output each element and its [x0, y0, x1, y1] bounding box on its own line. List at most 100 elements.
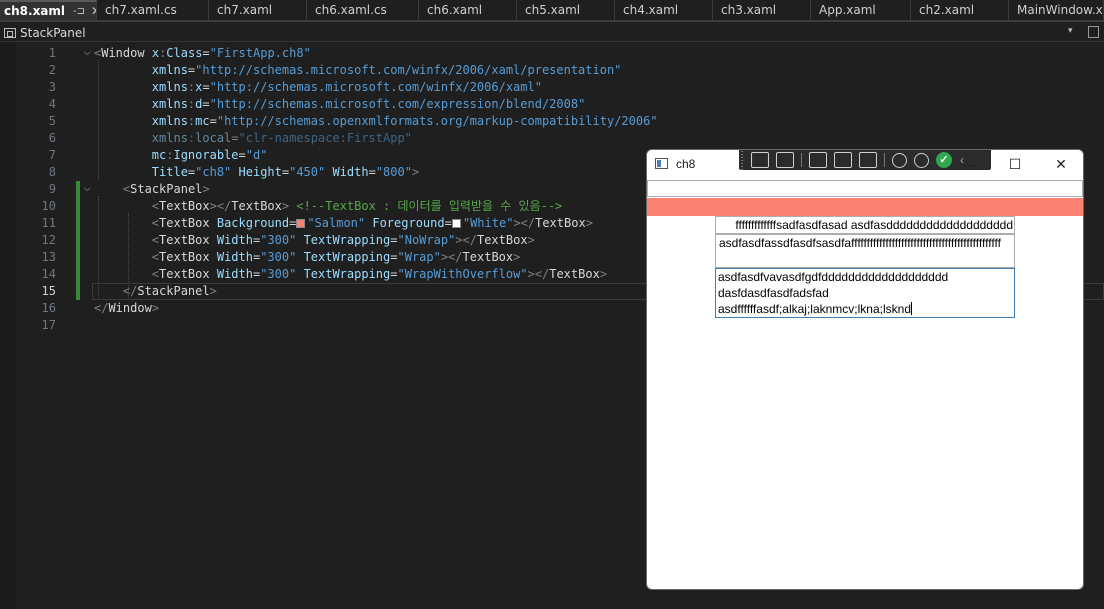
code-line[interactable]: 1 ⌵ <Window x:Class="FirstApp.ch8" — [0, 45, 1104, 62]
code-token: "http://schemas.microsoft.com/winfx/2006… — [195, 63, 622, 77]
code-token: TextBox — [159, 267, 210, 281]
xaml-debug-toolbar: ✓ ‹ — [739, 150, 991, 170]
code-line[interactable]: 4 xmlns:d="http://schemas.microsoft.com/… — [0, 96, 1104, 113]
code-token: < — [151, 199, 160, 213]
code-token: "http://schemas.microsoft.com/winfx/2006… — [209, 80, 542, 94]
code-line[interactable]: 3 xmlns:x="http://schemas.microsoft.com/… — [0, 79, 1104, 96]
code-token: Title — [151, 165, 188, 179]
change-marker — [76, 181, 80, 198]
textbox-nowrap[interactable]: fffffffffffffsadfasdfasad asdfasdddddddd… — [715, 216, 1015, 234]
code-line[interactable]: 2 xmlns="http://schemas.microsoft.com/wi… — [0, 62, 1104, 79]
fold-chevron-icon[interactable]: ⌵ — [84, 45, 91, 62]
tab-ch6-xaml[interactable]: ch6.xaml — [419, 0, 517, 20]
tab-label: ch6.xaml.cs — [315, 3, 387, 17]
check-ok-icon[interactable]: ✓ — [936, 152, 952, 168]
code-token: TextWrapping — [303, 233, 391, 247]
tab-mainwindow-xaml[interactable]: MainWindow.xaml — [1009, 0, 1104, 20]
code-token: xmlns — [151, 131, 188, 145]
code-token: > — [151, 301, 160, 315]
code-token: "http://schemas.microsoft.com/expression… — [209, 97, 586, 111]
chevron-down-icon[interactable]: ▾ — [1068, 26, 1073, 36]
code-token: xmlns — [151, 114, 188, 128]
code-token: "NoWrap" — [397, 233, 456, 247]
code-text: xmlns:local="clr-namespace:FirstApp" — [94, 130, 412, 147]
track-focus-icon[interactable] — [859, 152, 877, 168]
maximize-button[interactable]: ☐ — [1003, 155, 1027, 173]
textbox-content: asdfasdfvavasdfgdfddddddddddddddddddd da… — [718, 270, 949, 316]
tab-app-xaml[interactable]: App.xaml — [811, 0, 911, 20]
toolbar-grip[interactable] — [741, 150, 743, 170]
code-token: Width — [216, 250, 253, 264]
code-token: = — [209, 114, 217, 128]
fold-chevron-icon[interactable]: ⌵ — [84, 181, 91, 198]
code-token: < — [151, 250, 160, 264]
line-number: 3 — [48, 80, 56, 94]
textbox-wrapwithoverflow[interactable]: asdfasdfvavasdfgdfddddddddddddddddddd da… — [715, 268, 1015, 318]
code-token: "clr-namespace:FirstApp" — [238, 131, 412, 145]
tab-label: ch4.xaml — [623, 3, 679, 17]
textbox-salmon[interactable] — [647, 198, 1083, 216]
display-layout-adorners-icon[interactable] — [834, 152, 852, 168]
text-caret — [911, 302, 913, 315]
code-token: Background — [216, 216, 290, 230]
change-marker — [76, 215, 80, 232]
tab-ch5-xaml[interactable]: ch5.xaml — [517, 0, 615, 20]
close-button[interactable]: ✕ — [1049, 155, 1073, 173]
accessibility-icon[interactable] — [914, 152, 929, 168]
tab-label: ch3.xaml — [721, 3, 777, 17]
color-swatch[interactable] — [296, 219, 306, 228]
tab-label: ch7.xaml.cs — [105, 3, 177, 17]
change-marker — [76, 266, 80, 283]
tab-label: MainWindow.xaml — [1017, 3, 1103, 17]
code-token: < — [151, 267, 160, 281]
code-token: "WrapWithOverflow" — [397, 267, 528, 281]
code-token: > — [209, 284, 217, 298]
line-number: 1 — [48, 46, 56, 60]
code-token: Window — [101, 46, 145, 60]
code-token: Width — [216, 233, 253, 247]
minimize-icon: — — [962, 156, 976, 172]
binding-failures-icon[interactable] — [892, 152, 907, 168]
code-token: = — [390, 250, 398, 264]
code-text: <Window x:Class="FirstApp.ch8" — [94, 45, 311, 62]
camera-icon[interactable] — [776, 152, 794, 168]
tab-ch6-xaml-cs[interactable]: ch6.xaml.cs — [307, 0, 419, 20]
code-token: "ch8" — [195, 165, 232, 179]
textbox-default[interactable] — [647, 180, 1083, 197]
color-swatch[interactable] — [451, 219, 461, 228]
tab-label: ch6.xaml — [427, 3, 483, 17]
tab-ch8-xaml[interactable]: ch8.xaml-⊐✕ — [0, 0, 97, 20]
tab-ch7-xaml[interactable]: ch7.xaml — [209, 0, 307, 20]
code-token: TextWrapping — [303, 267, 391, 281]
select-element-icon[interactable] — [809, 152, 827, 168]
line-number: 8 — [48, 165, 56, 179]
code-token: "White" — [462, 216, 514, 230]
code-token: xmlns — [151, 63, 188, 77]
split-editor-icon[interactable] — [1088, 26, 1099, 38]
tab-ch7-xaml-cs[interactable]: ch7.xaml.cs — [97, 0, 209, 20]
minimize-button[interactable]: — — [957, 155, 981, 173]
navigation-bar[interactable]: StackPanel ▾ — [0, 24, 1104, 42]
navigation-scope-label: StackPanel — [20, 25, 86, 40]
live-visual-tree-icon[interactable] — [751, 152, 769, 168]
code-token: "300" — [260, 267, 297, 281]
line-number: 10 — [41, 199, 56, 213]
code-line[interactable]: 6 xmlns:local="clr-namespace:FirstApp" — [0, 130, 1104, 147]
textbox-wrap[interactable]: asdfasdfassdfasdfsasdfafffffffffffffffff… — [715, 234, 1015, 268]
pin-icon[interactable]: -⊐ — [73, 6, 85, 17]
line-number: 13 — [41, 250, 56, 264]
code-line[interactable]: 5 xmlns:mc="http://schemas.openxmlformat… — [0, 113, 1104, 130]
code-text: <TextBox Width="300" TextWrapping="WrapW… — [94, 266, 607, 283]
wpf-app-window[interactable]: ch8 ✓ ‹ — ☐ ✕ fffffffffffffsadfasdfasad … — [646, 149, 1084, 590]
tab-ch4-xaml[interactable]: ch4.xaml — [615, 0, 713, 20]
code-token: Width — [332, 165, 369, 179]
code-token: TextBox — [159, 199, 210, 213]
tab-ch2-xaml[interactable]: ch2.xaml — [911, 0, 1009, 20]
code-token: > — [411, 165, 420, 179]
app-titlebar[interactable]: ch8 ✓ ‹ — ☐ ✕ — [647, 150, 1083, 178]
code-token: ></ — [513, 216, 536, 230]
tab-ch3-xaml[interactable]: ch3.xaml — [713, 0, 811, 20]
